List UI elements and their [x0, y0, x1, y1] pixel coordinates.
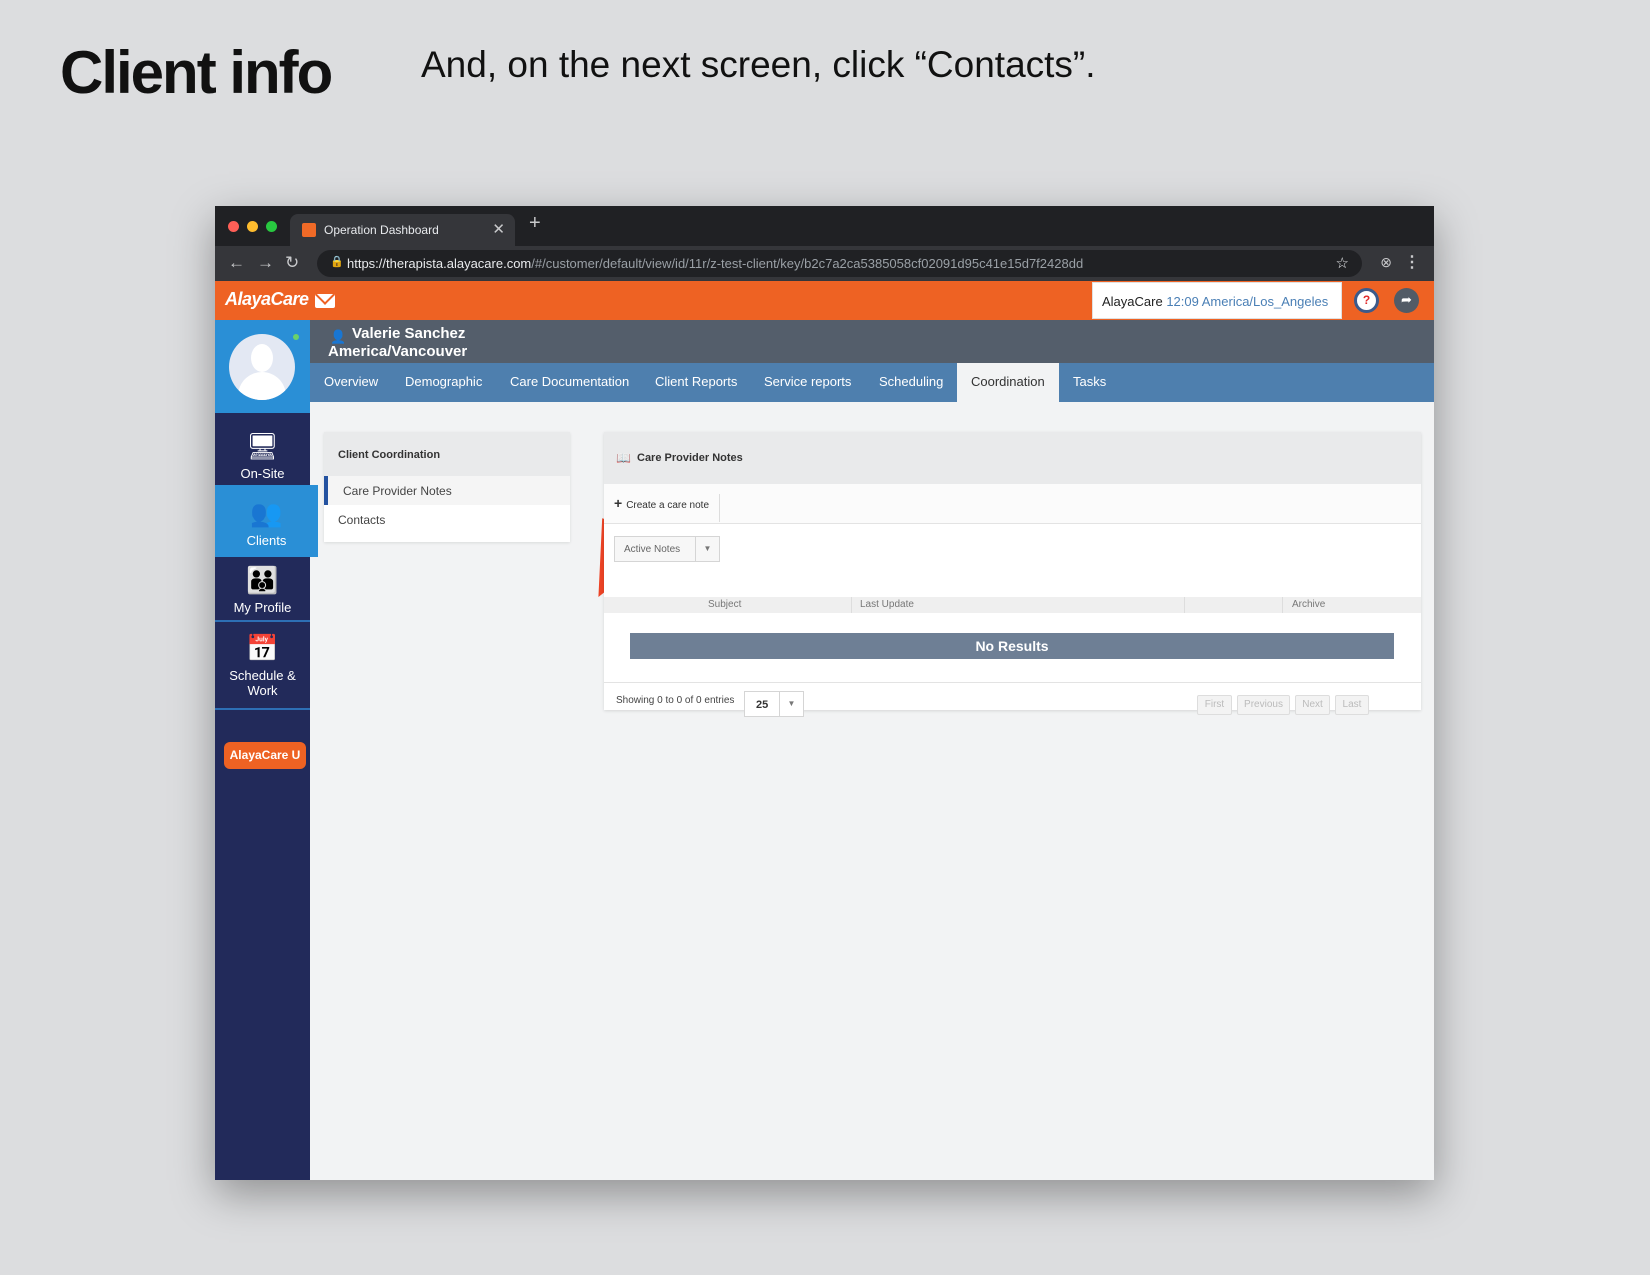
nav-item-label: My Profile	[233, 600, 292, 615]
back-icon[interactable]: ←	[228, 253, 245, 273]
nav-item-schedule[interactable]: 📅 Schedule & Work	[215, 626, 310, 706]
avatar-area	[215, 320, 310, 413]
nav-item-clients[interactable]: 👥 Clients	[215, 485, 318, 557]
browser-menu-icon[interactable]: ⋮	[1404, 252, 1420, 272]
clock-time: 12:09 America/Los_Angeles	[1166, 294, 1329, 309]
monitor-icon: 🖥	[245, 431, 279, 461]
address-bar: ← → ↻ 🔒 https://therapista.alayacare.com…	[215, 246, 1434, 281]
incognito-icon[interactable]: ⊗	[1380, 254, 1392, 271]
menu-care-provider-notes[interactable]: Care Provider Notes	[324, 476, 570, 505]
care-notes-panel: 📖 Care Provider Notes + Create a care not…	[604, 432, 1421, 717]
page-last-button[interactable]: Last	[1335, 695, 1369, 715]
page-first-button[interactable]: First	[1197, 695, 1232, 715]
nav-item-label: Clients	[246, 533, 287, 548]
bookmark-star-icon[interactable]: ☆	[1336, 254, 1349, 272]
clients-icon: 👥	[250, 498, 283, 528]
notes-filter-value: Active Notes	[624, 544, 681, 555]
lock-icon: 🔒	[330, 256, 344, 268]
client-header: 👤 Valerie Sanchez America/Vancouver	[310, 320, 1434, 363]
alayacare-u-button[interactable]: AlayaCare U	[224, 742, 306, 769]
client-timezone: America/Vancouver	[328, 343, 468, 360]
nav-divider	[215, 708, 310, 710]
close-window-dot[interactable]	[228, 221, 239, 232]
tab-tasks[interactable]: Tasks	[1059, 363, 1120, 402]
book-icon: 📖	[616, 451, 631, 465]
nav-item-on-site[interactable]: 🖥 On-Site	[215, 420, 310, 484]
column-subject[interactable]: Subject	[708, 599, 741, 610]
url-host: https://therapista.alayacare.com	[347, 256, 532, 271]
no-results-banner: No Results	[630, 633, 1394, 659]
chevron-down-icon: ▼	[779, 692, 803, 716]
org-clock: AlayaCare 12:09 America/Los_Angeles	[1092, 282, 1342, 319]
care-notes-title: Care Provider Notes	[637, 452, 743, 464]
reload-icon[interactable]: ↻	[285, 253, 299, 273]
tab-service-reports[interactable]: Service reports	[750, 363, 865, 402]
client-name: Valerie Sanchez	[352, 325, 466, 342]
create-care-note-label: Create a care note	[626, 500, 710, 511]
menu-contacts[interactable]: Contacts	[324, 505, 570, 534]
avatar[interactable]	[229, 334, 295, 400]
care-notes-toolbar: + Create a care note	[604, 484, 1421, 524]
new-tab-icon[interactable]: +	[529, 212, 541, 235]
nav-item-label: On-Site	[240, 466, 285, 481]
tab-demographic[interactable]: Demographic	[391, 363, 496, 402]
page-size-value: 25	[756, 699, 769, 711]
tab-overview[interactable]: Overview	[310, 363, 392, 402]
page-next-button[interactable]: Next	[1295, 695, 1330, 715]
profile-icon: 👪	[246, 565, 279, 595]
column-archive[interactable]: Archive	[1292, 599, 1325, 610]
care-notes-header: 📖 Care Provider Notes	[604, 432, 1421, 484]
app-header: AlayaCare AlayaCare 12:09 America/Los_An…	[215, 281, 1434, 320]
url-input[interactable]: 🔒 https://therapista.alayacare.com/#/cus…	[317, 250, 1362, 277]
notes-table-header: Subject Last Update Archive	[604, 597, 1421, 613]
column-last-update[interactable]: Last Update	[860, 599, 914, 610]
tab-scheduling[interactable]: Scheduling	[865, 363, 957, 402]
tab-client-reports[interactable]: Client Reports	[641, 363, 751, 402]
browser-window: Operation Dashboard ✕ + ← → ↻ 🔒 https://…	[215, 206, 1434, 1180]
browser-tab-bar: Operation Dashboard ✕ +	[215, 206, 1434, 246]
browser-tab-title: Operation Dashboard	[324, 223, 439, 237]
entries-info: Showing 0 to 0 of 0 entries	[616, 695, 735, 706]
notes-filter-select[interactable]: Active Notes ▼	[614, 536, 720, 562]
close-tab-icon[interactable]: ✕	[492, 220, 505, 238]
url-path: /#/customer/default/view/id/11r/z-test-c…	[531, 256, 1084, 271]
org-name: AlayaCare	[1102, 294, 1163, 309]
slide-title: Client info	[60, 39, 333, 106]
alayacare-logo[interactable]: AlayaCare	[225, 289, 309, 310]
nav-item-label: Schedule & Work	[229, 668, 296, 698]
mail-icon[interactable]	[315, 294, 335, 308]
tab-coordination[interactable]: Coordination	[957, 363, 1059, 402]
left-nav: 🖥 On-Site 👥 Clients 👪 My Profile 📅 Sched…	[215, 320, 318, 1180]
tab-care-documentation[interactable]: Care Documentation	[496, 363, 643, 402]
share-icon[interactable]: ➦	[1394, 288, 1419, 313]
coordination-panel-title: Client Coordination	[324, 432, 570, 476]
minimize-window-dot[interactable]	[247, 221, 258, 232]
nav-item-my-profile[interactable]: 👪 My Profile	[215, 560, 310, 620]
maximize-window-dot[interactable]	[266, 221, 277, 232]
favicon-icon	[302, 223, 316, 237]
chevron-down-icon: ▼	[695, 537, 719, 561]
nav-divider	[215, 620, 310, 622]
calendar-icon: 📅	[246, 633, 279, 663]
page-size-select[interactable]: 25 ▼	[744, 691, 804, 717]
online-status-dot	[293, 334, 299, 340]
create-care-note-button[interactable]: + Create a care note	[614, 494, 721, 522]
browser-tab[interactable]: Operation Dashboard ✕	[290, 214, 515, 246]
client-tabs: Overview Demographic Care Documentation …	[310, 363, 1434, 402]
help-icon[interactable]: ?	[1354, 288, 1379, 313]
page-previous-button[interactable]: Previous	[1237, 695, 1290, 715]
slide-caption: And, on the next screen, click “Contacts…	[421, 44, 1096, 85]
plus-icon: +	[614, 495, 623, 511]
forward-icon[interactable]: →	[257, 253, 274, 273]
coordination-panel: Client Coordination Care Provider Notes …	[324, 432, 570, 542]
